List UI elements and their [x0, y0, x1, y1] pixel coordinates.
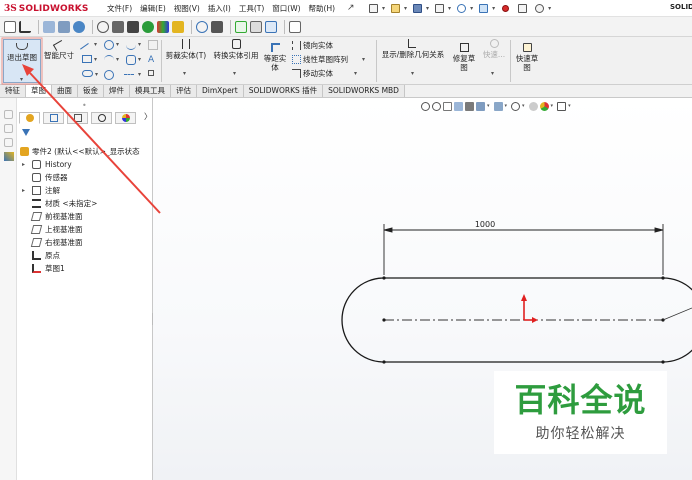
dimension-1000[interactable]	[383, 224, 664, 275]
sketch-point	[382, 276, 386, 280]
origin-marker	[521, 294, 538, 323]
annotation-arrow	[22, 64, 161, 214]
exit-sketch-highlight	[1, 37, 43, 85]
sketch-point	[382, 360, 386, 364]
watermark-subtitle: 助你轻松解决	[535, 426, 626, 442]
sketch-point	[661, 360, 665, 364]
slot-right-arc	[662, 277, 692, 363]
sketch-point	[661, 276, 665, 280]
watermark-overlay: 百科全说 助你轻松解决	[494, 371, 667, 454]
solidworks-window: 3S SOLIDWORKS 文件(F) 编辑(E) 视图(V) 插入(I) 工具…	[0, 0, 692, 480]
slot-left-arc	[341, 277, 385, 363]
dimension-label[interactable]: 1000	[475, 220, 495, 229]
leader-line	[662, 307, 692, 321]
sketch-point	[382, 318, 386, 322]
watermark-title: 百科全说	[514, 381, 647, 419]
